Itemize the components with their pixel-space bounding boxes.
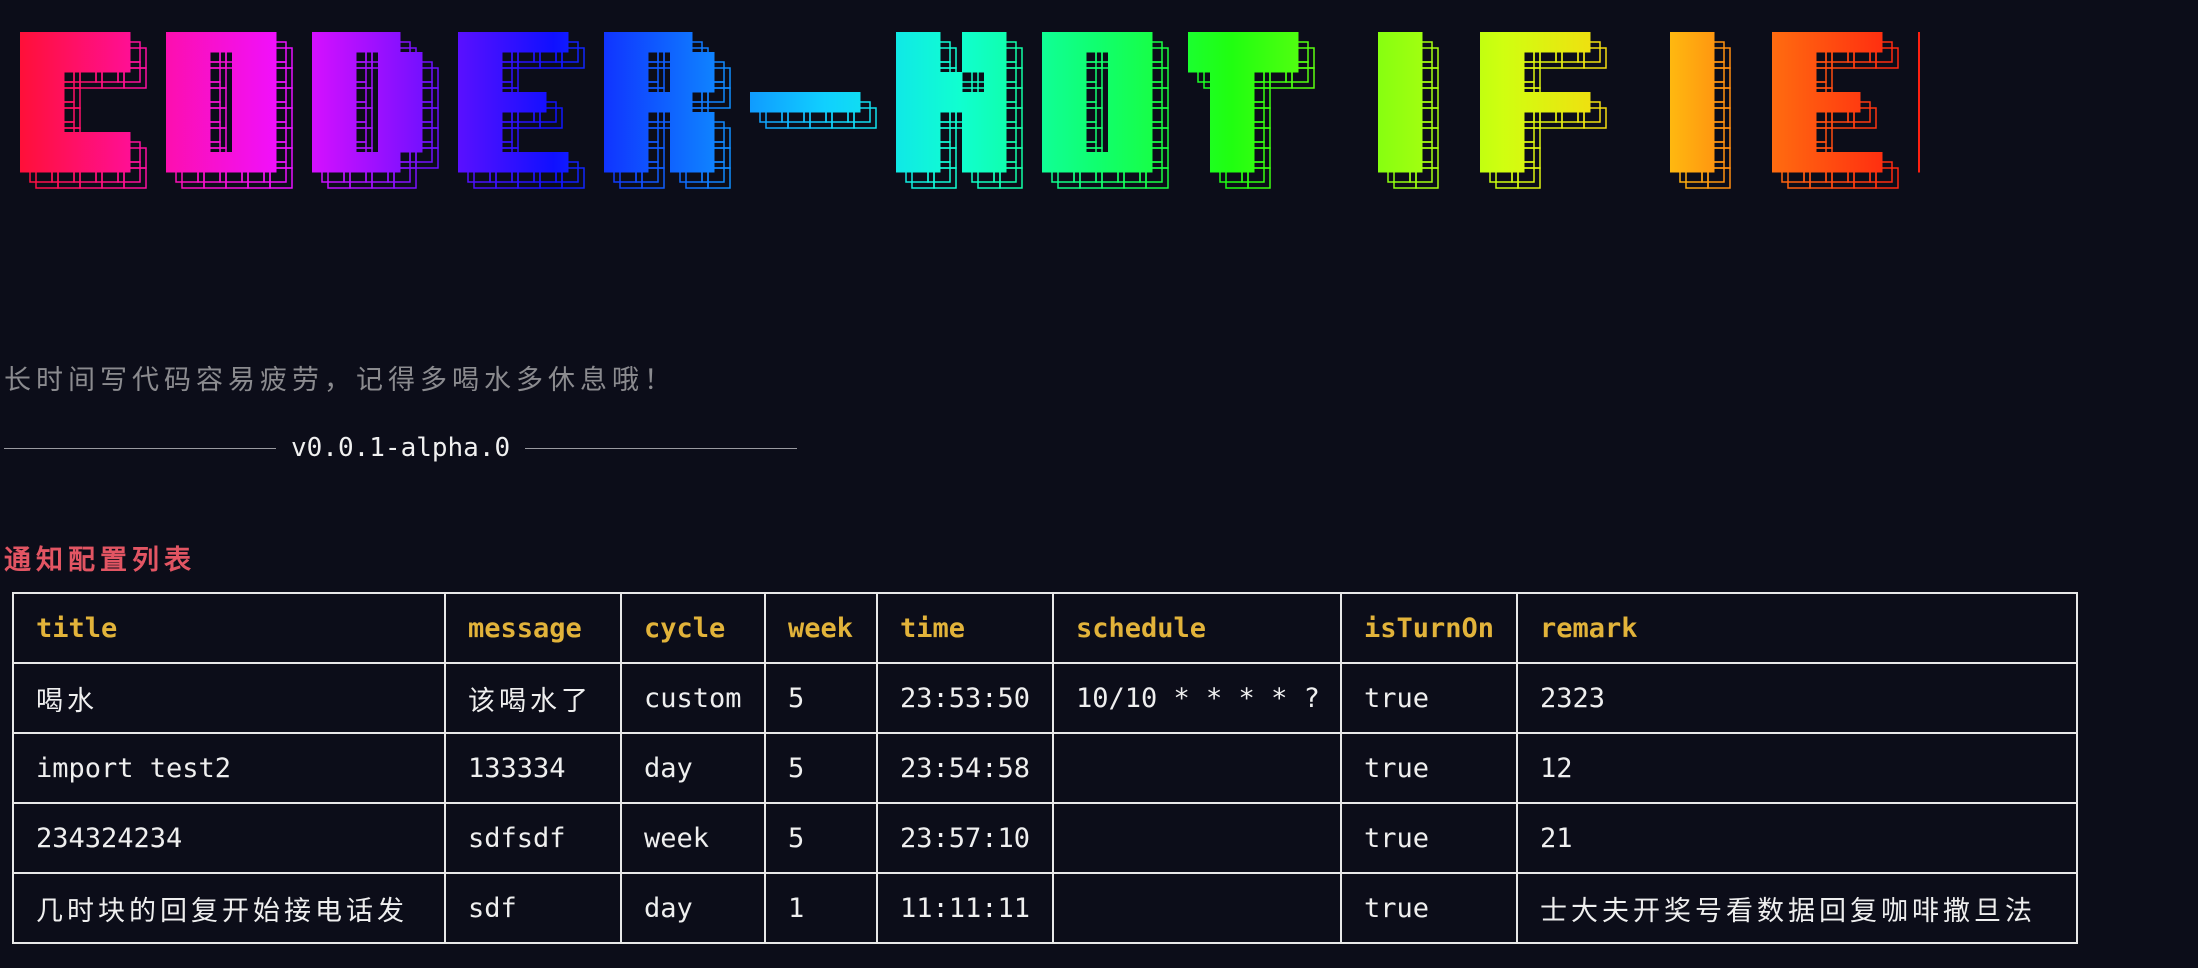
cell-schedule	[1052, 802, 1342, 874]
ascii-banner	[20, 32, 1920, 189]
terminal-window: 长时间写代码容易疲劳，记得多喝水多休息哦！ v0.0.1-alpha.0 通知配…	[0, 0, 2198, 968]
section-title: 通知配置列表	[4, 545, 196, 576]
banner-letter-f	[1480, 32, 1591, 173]
cell-remark: 21	[1516, 802, 2078, 874]
table-row: import test2 133334 day 5 23:54:58 true …	[12, 732, 2078, 804]
column-header-message: message	[444, 592, 622, 664]
banner-letter-dash	[750, 92, 861, 113]
table-row: 几时块的回复开始接电话发 sdf day 1 11:11:11 true 士大夫…	[12, 872, 2078, 944]
config-table: title message cycle week time schedule i…	[12, 592, 2078, 944]
column-header-cycle: cycle	[620, 592, 766, 664]
cell-isturnon: true	[1340, 872, 1518, 944]
column-header-isturnon: isTurnOn	[1340, 592, 1518, 664]
cell-cycle: custom	[620, 662, 766, 734]
column-header-time: time	[876, 592, 1054, 664]
cell-time: 23:53:50	[876, 662, 1054, 734]
cell-isturnon: true	[1340, 662, 1518, 734]
cell-cycle: day	[620, 872, 766, 944]
column-header-schedule: schedule	[1052, 592, 1342, 664]
cell-time: 11:11:11	[876, 872, 1054, 944]
version-divider: v0.0.1-alpha.0	[4, 430, 804, 466]
cell-isturnon: true	[1340, 802, 1518, 874]
banner-letter-d	[312, 32, 423, 173]
cell-message: sdfsdf	[444, 802, 622, 874]
cell-time: 23:54:58	[876, 732, 1054, 804]
banner-letter-o	[166, 32, 277, 173]
cell-remark: 12	[1516, 732, 2078, 804]
banner-letter-r	[1918, 32, 1920, 173]
cell-cycle: week	[620, 802, 766, 874]
banner-letter-c	[20, 32, 131, 173]
cell-schedule	[1052, 732, 1342, 804]
table-header-row: title message cycle week time schedule i…	[12, 592, 2078, 664]
cell-time: 23:57:10	[876, 802, 1054, 874]
cell-week: 1	[764, 872, 878, 944]
banner-letter-n	[896, 32, 1007, 173]
banner-letters	[20, 32, 1920, 173]
cell-title: 234324234	[12, 802, 446, 874]
banner-letter-i	[1378, 32, 1423, 173]
divider-rule-right	[525, 447, 798, 449]
banner-letter-t	[1188, 32, 1299, 173]
table-row: 喝水 该喝水了 custom 5 23:53:50 10/10 * * * * …	[12, 662, 2078, 734]
banner-letter-i	[1670, 32, 1715, 173]
table-row: 234324234 sdfsdf week 5 23:57:10 true 21	[12, 802, 2078, 874]
cell-isturnon: true	[1340, 732, 1518, 804]
banner-letter-o	[1042, 32, 1153, 173]
cell-title: 喝水	[12, 662, 446, 734]
cell-schedule	[1052, 872, 1342, 944]
cell-message: sdf	[444, 872, 622, 944]
column-header-week: week	[764, 592, 878, 664]
cell-schedule: 10/10 * * * * ?	[1052, 662, 1342, 734]
tagline: 长时间写代码容易疲劳，记得多喝水多休息哦！	[4, 365, 676, 396]
column-header-remark: remark	[1516, 592, 2078, 664]
cell-message: 该喝水了	[444, 662, 622, 734]
divider-rule-left	[4, 447, 276, 449]
cell-week: 5	[764, 732, 878, 804]
cell-remark: 2323	[1516, 662, 2078, 734]
column-header-title: title	[12, 592, 446, 664]
cell-cycle: day	[620, 732, 766, 804]
cell-week: 5	[764, 802, 878, 874]
cell-title: 几时块的回复开始接电话发	[12, 872, 446, 944]
cell-message: 133334	[444, 732, 622, 804]
version-label: v0.0.1-alpha.0	[291, 433, 511, 463]
cell-title: import test2	[12, 732, 446, 804]
cell-remark: 士大夫开奖号看数据回复咖啡撒旦法	[1516, 872, 2078, 944]
cell-week: 5	[764, 662, 878, 734]
